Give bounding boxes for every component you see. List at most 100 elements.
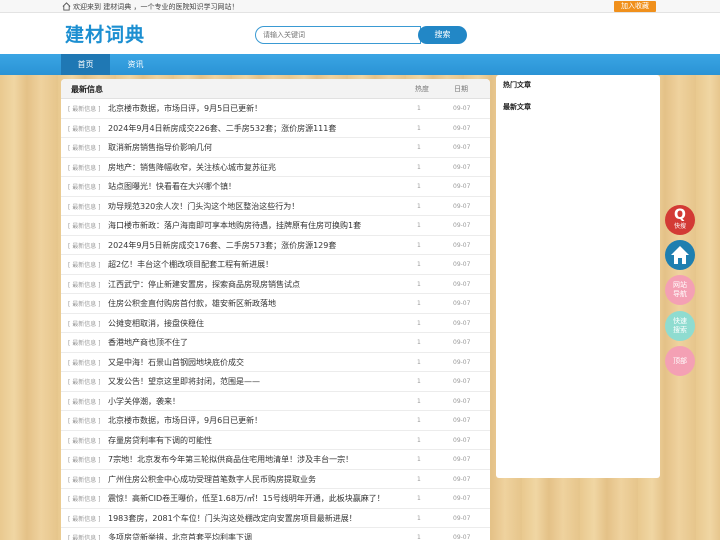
table-row: [ 最新信息 ] 又是中海！石景山首钢园地块底价成交 1 09-07: [61, 353, 490, 372]
article-list: [ 最新信息 ] 北京楼市数据，市场日评，9月5日已更新！ 1 09-07[ 最新信息…: [61, 99, 490, 540]
row-title-link[interactable]: 小学关停潮，袭来！: [108, 396, 180, 407]
row-hot: 1: [417, 436, 421, 444]
search-button[interactable]: 搜索: [418, 26, 467, 44]
fast-search-button[interactable]: 快速搜索: [665, 311, 695, 341]
row-hot: 1: [417, 280, 421, 288]
add-favorite-button[interactable]: 加入收藏: [614, 1, 656, 12]
row-tag[interactable]: [ 最新信息 ]: [68, 397, 101, 406]
table-row: [ 最新信息 ] 多项房贷新举措，北京首套平均利率下调 1 09-07: [61, 528, 490, 540]
row-title-link[interactable]: 站点图曝光！快看看在大兴哪个镇！: [108, 181, 236, 192]
row-hot: 1: [417, 495, 421, 502]
search-q-icon: Q: [674, 207, 686, 223]
row-tag[interactable]: [ 最新信息 ]: [68, 358, 101, 367]
row-hot: 1: [417, 105, 421, 112]
table-row: [ 最新信息 ] 房地产：销售降幅收窄，关注核心城市复苏征兆 1 09-07: [61, 158, 490, 177]
table-row: [ 最新信息 ] 存量房贷利率有下调的可能性 1 09-07: [61, 431, 490, 450]
row-tag[interactable]: [ 最新信息 ]: [68, 475, 101, 484]
table-row: [ 最新信息 ] 超2亿！丰台这个棚改项目配套工程有新进展！ 1 09-07: [61, 255, 490, 275]
row-date: 09-07: [453, 534, 471, 540]
row-tag[interactable]: [ 最新信息 ]: [68, 533, 101, 540]
table-row: [ 最新信息 ] 北京楼市数据，市场日评，9月6日已更新！ 1 09-07: [61, 411, 490, 431]
row-tag[interactable]: [ 最新信息 ]: [68, 260, 101, 269]
row-hot: 1: [417, 261, 421, 268]
table-row: [ 最新信息 ] 海口楼市新政：落户海南即可享本地购房待遇，挂牌原有住房可换购1套…: [61, 216, 490, 236]
top-bar: 欢迎来到 建材词典 ，一个专业的医院知识学习网站！ 加入收藏: [0, 0, 720, 13]
quick-search-button[interactable]: Q 快搜: [665, 205, 695, 235]
row-tag[interactable]: [ 最新信息 ]: [68, 299, 101, 308]
row-tag[interactable]: [ 最新信息 ]: [68, 241, 101, 250]
row-tag[interactable]: [ 最新信息 ]: [68, 436, 101, 445]
row-title-link[interactable]: 海口楼市新政：落户海南即可享本地购房待遇，挂牌原有住房可换购1套: [108, 220, 361, 231]
home-float-button[interactable]: [665, 240, 695, 270]
search-input[interactable]: [255, 26, 421, 44]
row-tag[interactable]: [ 最新信息 ]: [68, 416, 101, 425]
table-row: [ 最新信息 ] 劝导规范320余人次！门头沟这个地区整治这些行为！ 1 09-07: [61, 197, 490, 216]
table-row: [ 最新信息 ] 站点图曝光！快看看在大兴哪个镇！ 1 09-07: [61, 177, 490, 197]
row-hot: 1: [417, 144, 421, 151]
row-title-link[interactable]: 7宗地！北京发布今年第三轮拟供商品住宅用地清单！涉及丰台一宗！: [108, 454, 353, 465]
row-title-link[interactable]: 北京楼市数据，市场日评，9月6日已更新！: [108, 415, 262, 426]
table-row: [ 最新信息 ] 江西武宁：停止新建安置房，探索商品房现房销售试点 1 09-07: [61, 275, 490, 294]
row-hot: 1: [417, 534, 421, 540]
row-title-link[interactable]: 公摊变相取消，接盘侠稳住: [108, 318, 204, 329]
row-tag[interactable]: [ 最新信息 ]: [68, 338, 101, 347]
welcome-text: 欢迎来到 建材词典 ，一个专业的医院知识学习网站！: [73, 3, 239, 11]
row-title-link[interactable]: 住房公积金直付购房首付款，雄安新区新政落地: [108, 298, 276, 309]
latest-info-panel: 最新信息 热度 日期 [ 最新信息 ] 北京楼市数据，市场日评，9月5日已更新！ 1…: [61, 79, 490, 540]
row-tag[interactable]: [ 最新信息 ]: [68, 104, 101, 113]
row-title-link[interactable]: 存量房贷利率有下调的可能性: [108, 435, 212, 446]
row-date: 09-07: [453, 417, 471, 424]
row-title-link[interactable]: 2024年9月4日新房成交226套、二手房532套；涨价房源111套: [108, 123, 336, 134]
back-to-top-button[interactable]: 顶部: [665, 346, 695, 376]
row-tag[interactable]: [ 最新信息 ]: [68, 319, 101, 328]
home-icon[interactable]: [62, 2, 71, 11]
site-nav-button[interactable]: 网站导航: [665, 275, 695, 305]
row-hot: 1: [417, 339, 421, 346]
site-logo[interactable]: 建材词典: [65, 20, 145, 47]
panel-title: 最新信息: [71, 85, 103, 94]
table-row: [ 最新信息 ] 广州住房公积金中心成功受理首笔数字人民币购房提取业务 1 09-07: [61, 470, 490, 489]
row-title-link[interactable]: 多项房贷新举措，北京首套平均利率下调: [108, 532, 252, 540]
row-title-link[interactable]: 香港地产商也顶不住了: [108, 337, 188, 348]
row-title-link[interactable]: 2024年9月5日新房成交176套、二手房573套；涨价房源129套: [108, 240, 336, 251]
hot-articles-title: 热门文章: [503, 81, 531, 89]
row-title-link[interactable]: 取消新房销售指导价影响几何: [108, 142, 212, 153]
row-hot: 1: [417, 241, 421, 249]
row-date: 09-07: [453, 514, 471, 522]
row-tag[interactable]: [ 最新信息 ]: [68, 514, 101, 523]
row-title-link[interactable]: 广州住房公积金中心成功受理首笔数字人民币购房提取业务: [108, 474, 316, 485]
row-tag[interactable]: [ 最新信息 ]: [68, 455, 101, 464]
row-hot: 1: [417, 183, 421, 190]
nav-item-news[interactable]: 资讯: [111, 54, 160, 75]
row-tag[interactable]: [ 最新信息 ]: [68, 163, 101, 172]
row-tag[interactable]: [ 最新信息 ]: [68, 221, 101, 230]
row-hot: 1: [417, 378, 421, 385]
row-hot: 1: [417, 397, 421, 405]
row-date: 09-07: [453, 475, 471, 483]
table-row: [ 最新信息 ] 取消新房销售指导价影响几何 1 09-07: [61, 138, 490, 158]
row-hot: 1: [417, 222, 421, 229]
table-row: [ 最新信息 ] 2024年9月5日新房成交176套、二手房573套；涨价房源12…: [61, 236, 490, 255]
row-tag[interactable]: [ 最新信息 ]: [68, 494, 101, 503]
nav-item-home[interactable]: 首页: [61, 54, 110, 75]
row-title-link[interactable]: 北京楼市数据，市场日评，9月5日已更新！: [108, 103, 262, 114]
sidebar: 热门文章 最新文章: [496, 75, 660, 478]
row-title-link[interactable]: 江西武宁：停止新建安置房，探索商品房现房销售试点: [108, 279, 300, 290]
table-row: [ 最新信息 ] 7宗地！北京发布今年第三轮拟供商品住宅用地清单！涉及丰台一宗！ 1…: [61, 450, 490, 470]
row-title-link[interactable]: 超2亿！丰台这个棚改项目配套工程有新进展！: [108, 259, 273, 270]
row-title-link[interactable]: 又是中海！石景山首钢园地块底价成交: [108, 357, 244, 368]
row-title-link[interactable]: 又发公告！望京这里即将封闭，范围是——: [108, 376, 260, 387]
row-tag[interactable]: [ 最新信息 ]: [68, 143, 101, 152]
row-tag[interactable]: [ 最新信息 ]: [68, 182, 101, 191]
row-tag[interactable]: [ 最新信息 ]: [68, 124, 101, 133]
row-tag[interactable]: [ 最新信息 ]: [68, 280, 101, 289]
column-header-hot: 热度: [415, 85, 429, 93]
row-title-link[interactable]: 房地产：销售降幅收窄，关注核心城市复苏征兆: [108, 162, 276, 173]
row-title-link[interactable]: 震惊！高新CID卷王曝价，低至1.68万/㎡！15号线明年开通，此板块赢麻了！: [108, 493, 385, 504]
row-hot: 1: [417, 475, 421, 483]
row-tag[interactable]: [ 最新信息 ]: [68, 377, 101, 386]
row-title-link[interactable]: 劝导规范320余人次！门头沟这个地区整治这些行为！: [108, 201, 299, 212]
row-title-link[interactable]: 1983套房，2081个车位！门头沟这处棚改定向安置房项目最新进展！: [108, 513, 357, 524]
row-tag[interactable]: [ 最新信息 ]: [68, 202, 101, 211]
table-row: [ 最新信息 ] 小学关停潮，袭来！ 1 09-07: [61, 392, 490, 411]
